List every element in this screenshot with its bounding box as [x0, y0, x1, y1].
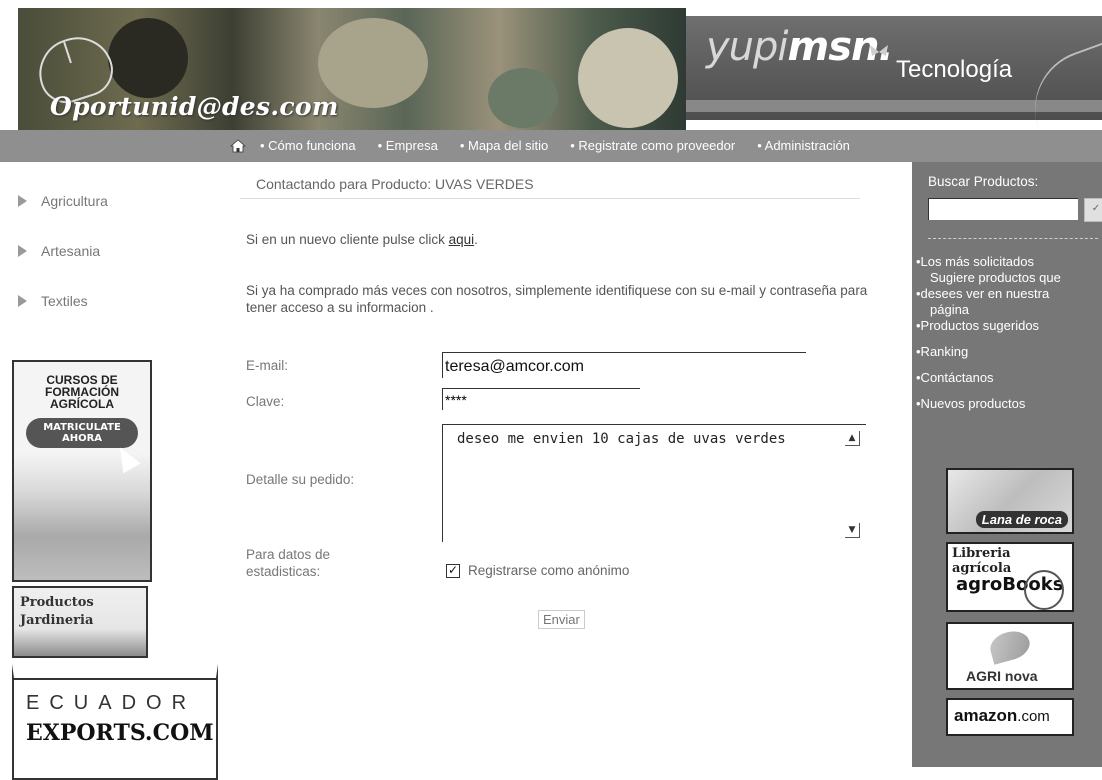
search-input[interactable] [928, 198, 1078, 220]
nav-como-funciona[interactable]: Cómo funciona [260, 138, 355, 153]
leaf-icon [987, 627, 1033, 665]
ad-ecuador-exports[interactable]: ECUADOR EXPORTS.COM [12, 664, 218, 780]
arrow-right-icon [18, 294, 27, 307]
ad-libreria-agricola[interactable]: Libreria agrícola agroBooks [946, 542, 1074, 612]
butterfly-icon [870, 45, 888, 56]
link-sugiere-productos-cont[interactable]: •desees ver en nuestra [916, 286, 1102, 302]
title-divider [240, 198, 860, 199]
nav-empresa[interactable]: Empresa [378, 138, 438, 153]
new-client-suffix: . [474, 232, 478, 247]
link-contactanos[interactable]: •Contáctanos [916, 370, 1102, 386]
home-icon[interactable] [230, 138, 246, 153]
search-label: Buscar Productos: [928, 174, 1039, 189]
yupimsn-banner[interactable]: yupimsn. Tecnología [686, 16, 1102, 132]
ad-cursos-line: AGRÍCOLA [50, 397, 114, 411]
ad-lana-label: Lana de roca [975, 511, 1068, 528]
category-label: Textiles [41, 292, 88, 309]
yupimsn-logo: yupimsn. [706, 24, 894, 70]
category-list: Agricultura Artesania Textiles [18, 188, 108, 338]
nav-administracion[interactable]: Administración [757, 138, 850, 153]
email-label: E-mail: [246, 358, 289, 373]
order-detail-text: deseo me envien 10 cajas de uvas verdes [457, 431, 786, 447]
amazon-logo: amazon.com [954, 706, 1050, 726]
ad-agri-nova[interactable]: AGRI nova [946, 622, 1074, 690]
arrow-right-icon [18, 194, 27, 207]
new-client-link[interactable]: aqui [449, 232, 475, 247]
ad-jardin-title: Productos Jardineria [20, 594, 146, 630]
ad-agri-label: AGRI nova [966, 668, 1038, 684]
sidebar-divider [928, 238, 1098, 240]
link-nuevos-productos[interactable]: •Nuevos productos [916, 396, 1102, 412]
matriculate-button[interactable]: MATRICULATE AHORA [26, 418, 138, 448]
ad-cursos-formacion[interactable]: CURSOS DE FORMACIÓN AGRÍCOLA MATRICULATE… [12, 360, 152, 582]
amazon-tld: .com [1017, 708, 1050, 725]
password-field[interactable] [442, 388, 640, 410]
link-productos-sugeridos[interactable]: •Productos sugeridos [916, 318, 1102, 334]
ad-productos-jardineria[interactable]: Productos Jardineria [12, 586, 148, 658]
search-go-button[interactable]: ✓ [1084, 198, 1102, 222]
anonymous-checkbox[interactable]: ✓ [446, 563, 460, 578]
detail-label: Detalle su pedido: [246, 472, 355, 487]
email-field[interactable] [442, 352, 806, 378]
section-title: Tecnología [896, 56, 1013, 83]
category-agricultura[interactable]: Agricultura [18, 188, 108, 213]
ad-amazon[interactable]: amazon.com [946, 698, 1074, 736]
category-label: Artesania [41, 242, 101, 259]
category-label: Agricultura [41, 192, 108, 209]
send-button[interactable]: Enviar [538, 610, 585, 629]
stats-label-line: estadisticas: [246, 564, 321, 579]
banner-photo: Oportunid@des.com [18, 8, 686, 130]
stats-label-line: Para datos de [246, 547, 331, 562]
ad-jardin-line: Jardineria [20, 613, 94, 628]
amazon-name: amazon [954, 706, 1018, 725]
order-detail-textarea[interactable]: deseo me envien 10 cajas de uvas verdes … [442, 424, 866, 542]
ad-libreria-title: Libreria agrícola [952, 546, 1012, 576]
new-client-text: Si en un nuevo cliente pulse click aqui. [246, 232, 478, 247]
matriculate-line: AHORA [61, 433, 103, 444]
category-artesania[interactable]: Artesania [18, 238, 108, 263]
header-banner: Oportunid@des.com yupimsn. Tecnología [0, 0, 1102, 132]
flower-icon [1024, 570, 1064, 610]
nav-registrate-proveedor[interactable]: Registrate como proveedor [570, 138, 735, 153]
swoosh-decoration [1018, 42, 1102, 132]
page-title: Contactando para Producto: UVAS VERDES [256, 176, 534, 192]
link-sugiere-productos-end[interactable]: página [916, 302, 1102, 318]
nav-mapa-del-sitio[interactable]: Mapa del sitio [460, 138, 548, 153]
site-logo[interactable]: Oportunid@des.com [50, 92, 339, 121]
ad-jardin-line: Productos [20, 595, 94, 610]
link-mas-solicitados[interactable]: •Los más solicitados [916, 254, 1102, 270]
anonymous-checkbox-label: Registrarse como anónimo [468, 563, 630, 578]
ad-ecuador-line2: EXPORTS.COM [26, 720, 214, 746]
matriculate-line: MATRICULATE [43, 422, 121, 433]
password-label: Clave: [246, 394, 285, 409]
scroll-down-icon[interactable]: ▼ [845, 523, 860, 538]
ad-ecuador-line1: ECUADOR [26, 692, 197, 714]
link-sugiere-productos[interactable]: Sugiere productos que [916, 270, 1102, 286]
ad-cursos-title: CURSOS DE FORMACIÓN AGRÍCOLA [14, 374, 150, 410]
scroll-up-icon[interactable]: ▲ [845, 431, 860, 446]
right-sidebar: Buscar Productos: ✓ •Los más solicitados… [912, 162, 1102, 767]
ad-lana-de-roca[interactable]: Lana de roca [946, 468, 1074, 534]
arrow-right-icon [18, 244, 27, 257]
category-textiles[interactable]: Textiles [18, 288, 108, 313]
sidebar-links: •Los más solicitados Sugiere productos q… [916, 254, 1102, 412]
anonymous-checkbox-row[interactable]: ✓ Registrarse como anónimo [446, 563, 629, 578]
stats-label: Para datos de estadisticas: [246, 546, 330, 580]
new-client-prefix: Si en un nuevo cliente pulse click [246, 232, 449, 247]
link-ranking[interactable]: •Ranking [916, 344, 1102, 360]
yupi-text: yupi [706, 24, 789, 70]
top-navigation: Cómo funciona Empresa Mapa del sitio Reg… [0, 130, 1102, 162]
returning-client-text: Si ya ha comprado más veces con nosotros… [246, 283, 868, 315]
